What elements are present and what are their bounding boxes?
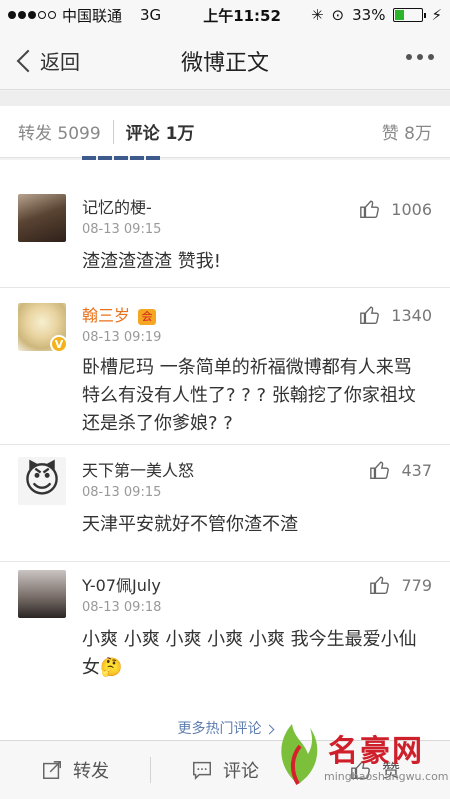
network-type: 3G [140,6,162,24]
like-count: 779 [401,575,432,595]
page-title: 微博正文 [180,51,269,76]
comment-text: 卧槽尼玛 一条简单的祈福微博都有人来骂 特么有没有人性了? ? ? 张翰挖了你家… [82,357,416,434]
thumbs-up-icon [370,461,390,479]
comment-time: 08-13 09:18 [82,600,162,615]
watermark-url: minghaoshangwu.com [324,770,449,783]
post-content-edge [0,91,450,106]
thumbs-up-icon [360,200,380,218]
signal-strength-icon [8,11,56,19]
comment-item: V 翰三岁会 08-13 09:19 1340 卧槽尼玛 一条简单的祈福微博都有… [0,288,450,445]
carrier-name: 中国联通 [62,6,123,25]
status-time: 上午11:52 [203,6,281,25]
tab-comments[interactable]: 评论 1万 [126,119,195,144]
battery-icon [393,8,427,22]
comment-text-body: 小爽 小爽 小爽 小爽 小爽 我今生最爱小仙女 [82,629,417,678]
nav-bar: 返回 微博正文 [0,30,450,90]
comment-label: 评论 [223,761,259,782]
like-button[interactable]: 1006 [359,198,432,220]
tab-divider [112,119,114,144]
comment-username[interactable]: 翰三岁会 [82,302,157,326]
like-button[interactable]: 1340 [359,304,432,326]
avatar[interactable] [18,194,66,242]
thumbs-up-icon [370,576,390,594]
comment-text: 渣渣渣渣渣 赞我! [82,251,221,272]
comment-time: 08-13 09:19 [82,330,162,345]
like-button[interactable]: 779 [369,574,432,596]
orientation-lock-icon: ⊙ [331,6,345,24]
comment-item: 记忆的梗- 08-13 09:15 1006 渣渣渣渣渣 赞我! [0,160,450,288]
comment-text: 小爽 小爽 小爽 小爽 小爽 我今生最爱小仙女🤔 [82,626,432,682]
comment-username[interactable]: 天下第一美人怒 [82,457,194,481]
comment-list[interactable]: 记忆的梗- 08-13 09:15 1006 渣渣渣渣渣 赞我! V 翰三岁会 … [0,160,450,740]
verified-badge: V [50,335,68,353]
like-count: 437 [401,460,432,480]
comment-username[interactable]: 记忆的梗- [82,194,152,218]
status-bar: 中国联通 3G 上午11:52 ✳ ⊙ 33% ⚡ [0,0,450,30]
vip-crown-icon: 会 [138,308,157,325]
comment-text: 天津平安就好不管你渣不渣 [82,514,298,535]
more-options-icon[interactable] [406,54,434,60]
site-watermark: 名豪网 minghaoshangwu.com [268,714,449,798]
more-hot-label: 更多热门评论 [177,721,262,737]
watermark-logo-icon [281,724,318,785]
tab-bar: 转发 5099 评论 1万 赞 8万 [0,106,450,158]
repost-label: 转发 [73,761,109,782]
devil-face-icon: 😈 [23,460,61,501]
watermark-name: 名豪网 [328,734,424,769]
comment-icon [193,761,211,781]
comment-time: 08-13 09:15 [82,485,162,500]
like-count: 1340 [391,305,432,325]
charging-icon: ⚡ [431,6,442,24]
avatar[interactable] [18,570,66,618]
like-button[interactable]: 437 [369,459,432,481]
repost-icon [43,761,61,779]
comment-username[interactable]: Y-07佩July [82,572,161,596]
thumbs-up-icon [360,306,380,324]
username-text: 翰三岁 [82,306,131,325]
repost-button[interactable]: 转发 [0,741,150,799]
like-count: 1006 [391,199,432,219]
comment-time: 08-13 09:15 [82,222,162,237]
avatar[interactable]: 😈 [18,457,66,505]
thinking-face-icon: 🤔 [100,657,123,678]
comment-item: 😈 天下第一美人怒 08-13 09:15 437 天津平安就好不管你渣不渣 [0,445,450,562]
tab-reposts[interactable]: 转发 5099 [0,119,101,144]
tab-likes[interactable]: 赞 8万 [382,119,450,144]
loading-spinner-icon: ✳ [310,6,324,24]
battery-percent: 33% [352,6,386,24]
